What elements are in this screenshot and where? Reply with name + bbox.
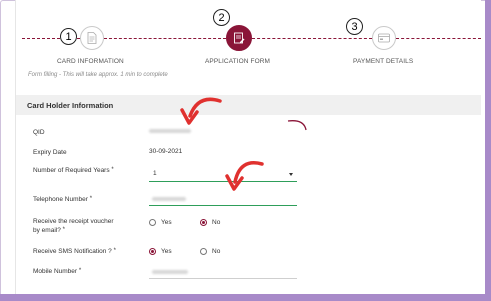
annotation-arrow <box>180 97 222 125</box>
annotation-layer <box>180 97 307 191</box>
decorative-curve <box>287 120 307 131</box>
annotation-arrow <box>225 161 264 191</box>
